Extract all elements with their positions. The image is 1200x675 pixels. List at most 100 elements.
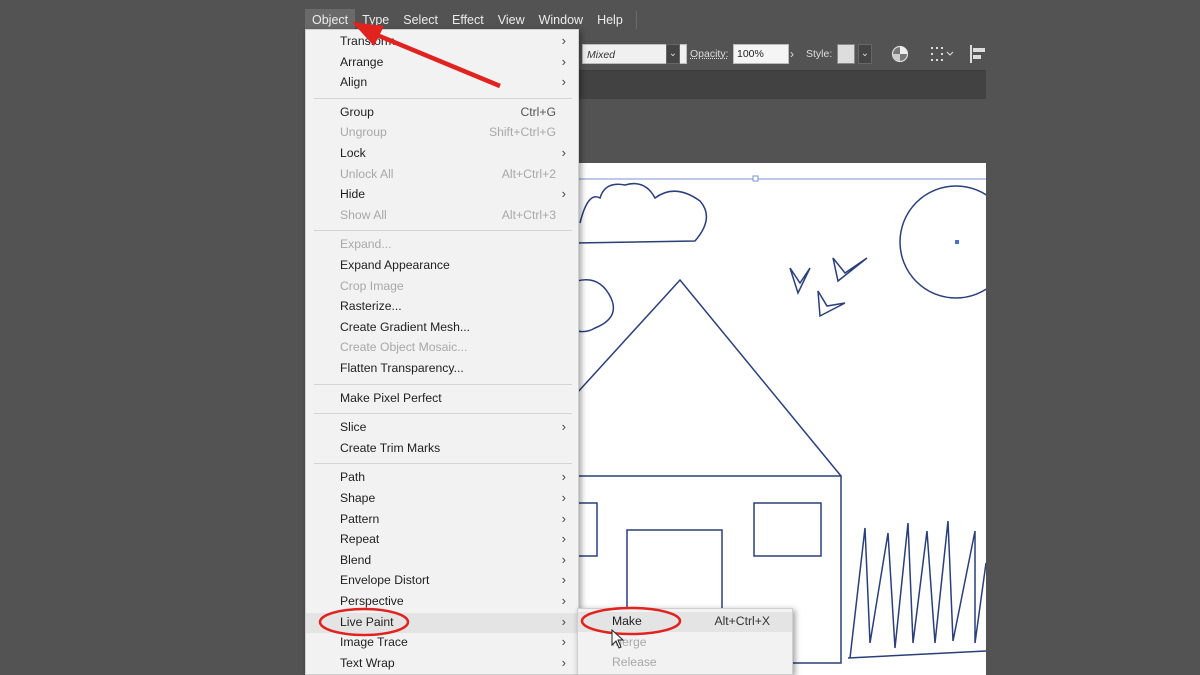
menu-item-create-gradient-mesh[interactable]: Create Gradient Mesh... [306,318,578,338]
menu-item-ungroup: Ungroup Shift+Ctrl+G [306,123,578,143]
menu-item-text-wrap[interactable]: Text Wrap › [306,654,578,674]
menu-item-rasterize[interactable]: Rasterize... [306,297,578,317]
menu-item-label: Slice [340,420,367,435]
menu-divider [314,97,572,99]
bird-drawing [789,267,811,296]
ground-line [847,650,986,659]
menu-item-blend[interactable]: Blend › [306,551,578,571]
object-menu-dropdown: Transform › Arrange › Align › Group Ctrl+G Ungro… [305,29,579,675]
menu-item-label: Live Paint [340,614,394,629]
submenu-item-label: Merge [612,634,647,649]
menu-item-align[interactable]: Align › [306,73,578,93]
graphic-style-swatch[interactable] [837,44,855,64]
menu-item-label: Group [340,104,374,119]
menu-item-create-trim-marks[interactable]: Create Trim Marks [306,439,578,459]
menu-item-unlock-all: Unlock All Alt+Ctrl+2 [306,165,578,185]
chevron-right-icon: › [561,74,566,90]
opacity-label[interactable]: Opacity: [690,44,729,64]
menu-item-live-paint[interactable]: Live Paint › [306,612,578,633]
opacity-chevron-right-icon[interactable]: › [790,44,794,64]
selection-handle [752,175,759,182]
menu-bar-divider [635,11,637,29]
menu-item-label: Perspective [340,594,404,608]
menu-type[interactable]: Type [355,9,396,31]
align-grid-icon[interactable] [930,45,956,65]
menu-item-repeat[interactable]: Repeat › [306,530,578,550]
house-window [576,502,598,557]
menu-item-label: Arrange [340,54,384,69]
chevron-right-icon: › [561,145,566,160]
menu-item-pattern[interactable]: Pattern › [306,510,578,530]
menu-item-perspective[interactable]: Perspective › [306,592,578,612]
menu-item-label: Expand... [340,237,392,252]
menu-item-crop-image: Crop Image [306,277,578,297]
menu-object[interactable]: Object [305,9,356,31]
chevron-right-icon: › [561,490,566,505]
chevron-right-icon: › [561,593,566,608]
menu-item-make-pixel-perfect[interactable]: Make Pixel Perfect [306,389,578,409]
menu-item-slice[interactable]: Slice › [306,418,578,438]
menu-item-shape[interactable]: Shape › [306,489,578,509]
chevron-right-icon: › [561,419,566,435]
recolor-artwork-icon[interactable] [891,45,909,65]
menu-item-flatten-transparency[interactable]: Flatten Transparency... [306,359,578,379]
chevron-right-icon: › [561,510,566,526]
chevron-right-icon: › [561,186,566,202]
menu-window[interactable]: Window [532,9,590,31]
menu-item-label: Image Trace [340,635,408,650]
menu-item-label: Lock [340,146,366,160]
submenu-item-make[interactable]: Make Alt+Ctrl+X [578,612,792,632]
menu-item-shortcut: Shift+Ctrl+G [488,125,556,140]
menu-item-label: Pattern [340,511,380,526]
menu-item-label: Expand Appearance [340,258,450,272]
align-left-icon[interactable] [969,44,986,64]
chevron-right-icon: › [561,634,566,650]
menu-item-arrange[interactable]: Arrange › [306,53,578,73]
style-label: Style: [806,48,833,60]
menu-item-path[interactable]: Path › [306,468,578,488]
menu-select[interactable]: Select [396,9,445,31]
cloud-drawing [574,182,708,244]
menu-item-envelope-distort[interactable]: Envelope Distort › [306,571,578,591]
menu-item-label: Create Object Mosaic... [340,340,468,355]
menu-item-label: Align [340,75,368,90]
menu-item-expand: Expand... [306,235,578,255]
submenu-item-label: Release [612,655,657,669]
menu-item-transform[interactable]: Transform › [306,32,578,52]
menu-item-label: Crop Image [340,278,404,293]
menu-item-label: Make Pixel Perfect [340,390,442,405]
chevron-right-icon: › [561,33,566,48]
blend-mode-chevron-icon[interactable]: ⌄ [666,44,680,64]
chevron-right-icon: › [561,469,566,485]
house-roof [576,278,842,477]
menu-item-label: Flatten Transparency... [340,361,464,375]
bird-drawing [832,257,868,283]
menu-item-lock[interactable]: Lock › [306,144,578,164]
menu-item-label: Unlock All [340,166,394,181]
menu-item-shortcut: Alt+Ctrl+3 [501,207,556,222]
menu-divider [314,230,572,232]
menu-item-image-trace[interactable]: Image Trace › [306,633,578,653]
house-window [753,502,822,557]
menu-item-label: Transform [340,34,396,48]
menu-item-label: Path [340,470,366,485]
menu-item-label: Create Gradient Mesh... [340,319,471,334]
menu-item-label: Ungroup [340,125,387,140]
style-chevron-icon[interactable]: ⌄ [858,44,872,64]
menu-divider [314,383,572,385]
menu-item-shortcut: Alt+Ctrl+2 [501,166,556,181]
chevron-right-icon: › [561,531,566,547]
menu-effect[interactable]: Effect [445,9,491,31]
menu-item-label: Show All [340,207,387,222]
menu-view[interactable]: View [491,9,532,31]
menu-item-label: Repeat [340,532,380,547]
chevron-right-icon: › [561,551,566,567]
menu-item-hide[interactable]: Hide › [306,185,578,205]
sun-circle [899,185,986,299]
submenu-item-merge: Merge [578,633,792,653]
menu-item-group[interactable]: Group Ctrl+G [306,103,578,123]
menu-item-expand-appearance[interactable]: Expand Appearance [306,256,578,276]
menu-help[interactable]: Help [590,9,630,31]
opacity-input[interactable]: 100% [733,44,789,64]
menu-item-show-all: Show All Alt+Ctrl+3 [306,206,578,226]
